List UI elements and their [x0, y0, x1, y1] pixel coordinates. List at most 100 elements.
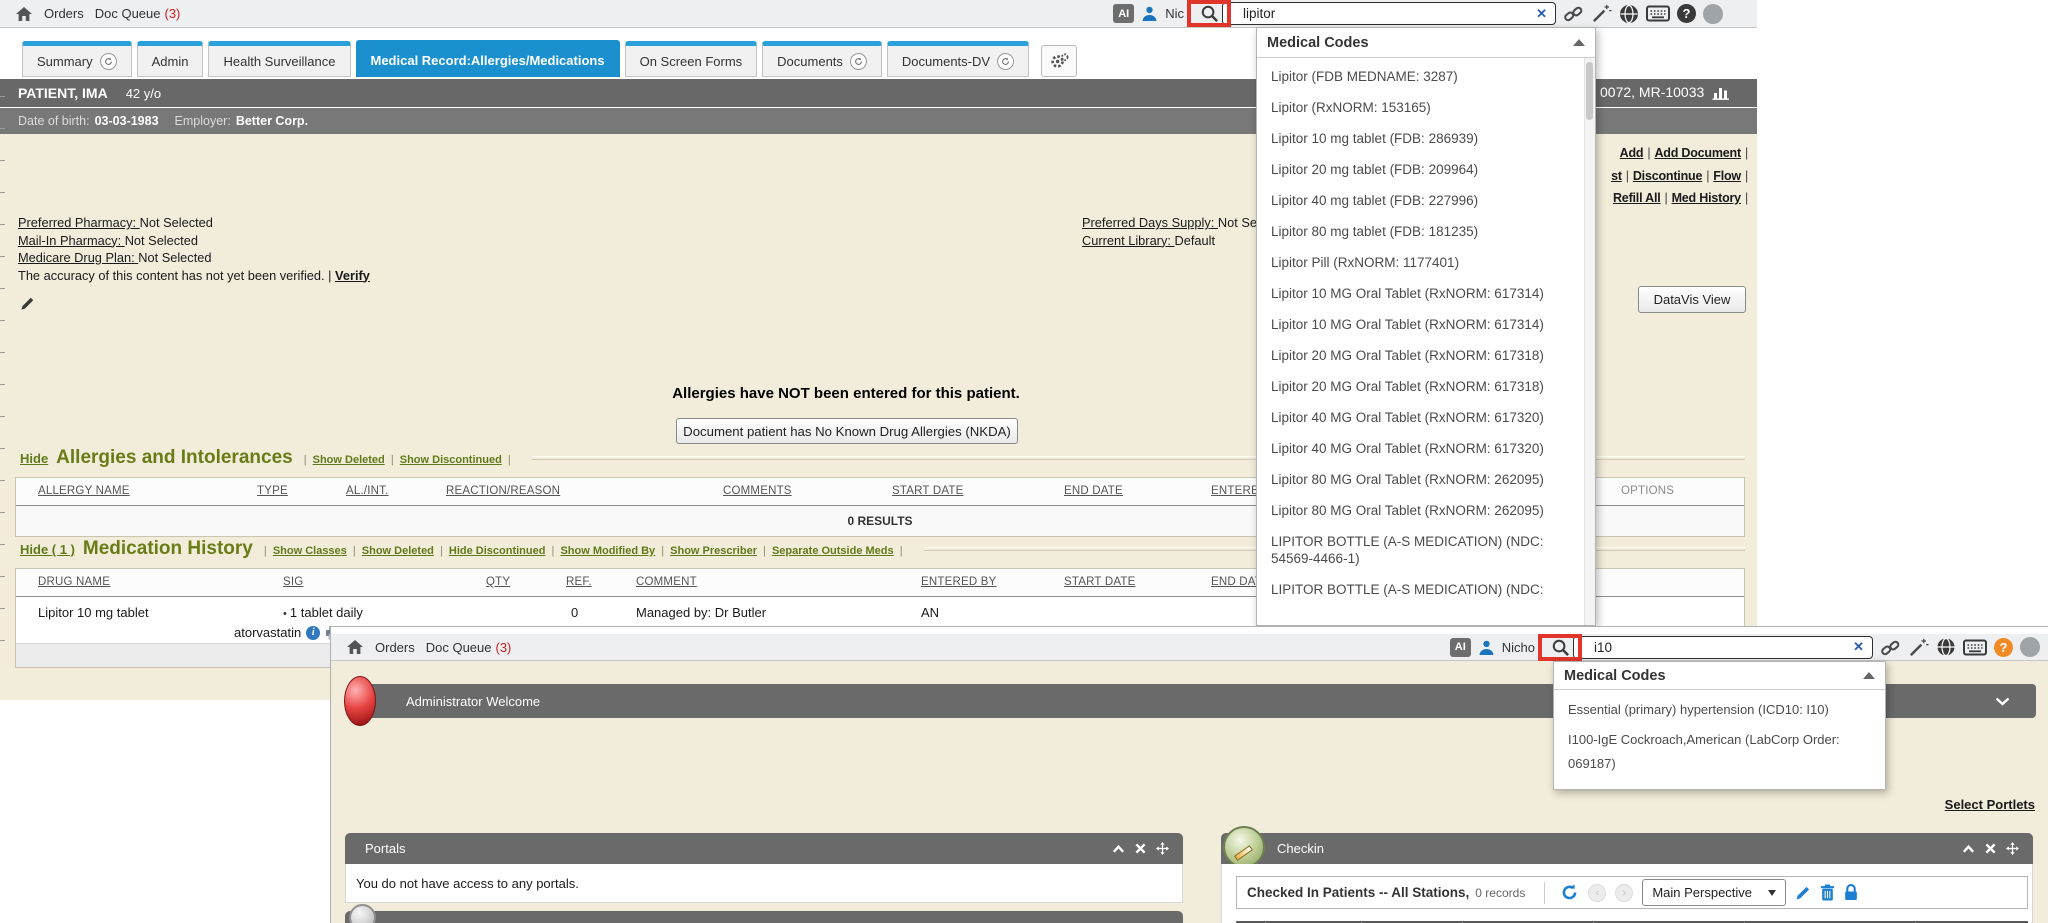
refresh-badge-icon[interactable] [997, 53, 1014, 70]
move-icon[interactable] [1156, 842, 1169, 855]
discontinue-link[interactable]: Discontinue [1633, 169, 1702, 183]
globe-icon[interactable] [1619, 4, 1639, 24]
portals-header[interactable]: Portals [345, 833, 1183, 864]
col-allergy-name[interactable]: ALLERGY NAME [38, 485, 130, 497]
refresh-icon[interactable] [1560, 883, 1579, 902]
show-classes-link[interactable]: Show Classes [273, 545, 347, 557]
verify-link[interactable]: Verify [335, 268, 370, 283]
code-result-item[interactable]: Lipitor 40 MG Oral Tablet (RxNORM: 61732… [1257, 402, 1595, 433]
global-search-input[interactable]: lipitor ✕ [1222, 2, 1556, 25]
code-result-item[interactable]: LIPITOR BOTTLE (A-S MEDICATION) (NDC: 54… [1257, 526, 1595, 574]
refresh-badge-icon[interactable] [100, 53, 117, 70]
collapse-arrow-icon[interactable] [1573, 39, 1585, 46]
add-document-link[interactable]: Add Document [1654, 146, 1741, 160]
code-result-item[interactable]: Essential (primary) hypertension (ICD10:… [1554, 694, 1885, 725]
lock-icon[interactable] [1844, 884, 1858, 901]
edit-pencil-icon[interactable] [20, 296, 35, 311]
global-search-input[interactable]: i10 ✕ [1573, 636, 1873, 659]
move-icon[interactable] [2006, 842, 2019, 855]
code-result-item[interactable]: Lipitor 20 MG Oral Tablet (RxNORM: 61731… [1257, 371, 1595, 402]
wand-icon[interactable] [1591, 3, 1612, 24]
nkda-button[interactable]: Document patient has No Known Drug Aller… [676, 418, 1018, 444]
code-result-item[interactable]: LIPITOR BOTTLE (A-S MEDICATION) (NDC: [1257, 574, 1595, 605]
col-start-date[interactable]: START DATE [892, 485, 963, 497]
col-al-int[interactable]: AL./INT. [346, 485, 389, 497]
next-page-icon[interactable]: › [1615, 884, 1633, 902]
med-history-link[interactable]: Med History [1672, 191, 1741, 205]
code-result-item[interactable]: Lipitor 10 MG Oral Tablet (RxNORM: 61731… [1257, 309, 1595, 340]
trash-icon[interactable] [1820, 884, 1835, 901]
clear-search-icon[interactable]: ✕ [1536, 6, 1547, 22]
col-ref[interactable]: REF. [566, 576, 592, 588]
preferred-days-supply-link[interactable]: Preferred Days Supply [1082, 215, 1218, 230]
search-icon[interactable] [1200, 4, 1219, 23]
add-link[interactable]: Add [1620, 146, 1644, 160]
presence-status-icon[interactable] [1703, 4, 1723, 24]
link-icon[interactable] [1880, 637, 1901, 658]
col-type[interactable]: TYPE [257, 485, 288, 497]
globe-icon[interactable] [1936, 637, 1956, 657]
show-deleted-link[interactable]: Show Deleted [313, 454, 385, 466]
code-result-item[interactable]: Lipitor 20 MG Oral Tablet (RxNORM: 61731… [1257, 340, 1595, 371]
collapse-arrow-icon[interactable] [1863, 672, 1875, 679]
nav-doc-queue[interactable]: Doc Queue [426, 640, 492, 655]
tab-health-surveillance[interactable]: Health Surveillance [208, 41, 350, 77]
link-icon[interactable] [1563, 3, 1584, 24]
col-comments[interactable]: COMMENTS [723, 485, 792, 497]
code-result-item[interactable]: Lipitor 80 MG Oral Tablet (RxNORM: 26209… [1257, 495, 1595, 526]
tab-documents-dv[interactable]: Documents-DV [887, 41, 1029, 77]
ai-badge[interactable]: AI [1450, 638, 1471, 657]
code-result-item[interactable]: Lipitor 10 MG Oral Tablet (RxNORM: 61731… [1257, 278, 1595, 309]
keyboard-icon[interactable] [1963, 639, 1987, 656]
col-drug-name[interactable]: DRUG NAME [38, 576, 110, 588]
col-entered-by[interactable]: ENTERED BY [921, 576, 997, 588]
scrollbar-thumb[interactable] [1586, 62, 1593, 120]
list-link-partial[interactable]: st [1611, 169, 1622, 183]
help-icon[interactable]: ? [1994, 638, 2013, 657]
refill-all-link[interactable]: Refill All [1613, 191, 1661, 205]
show-discontinued-link[interactable]: Show Discontinued [400, 454, 502, 466]
close-icon[interactable] [1135, 843, 1146, 854]
medicare-drug-plan-link[interactable]: Medicare Drug Plan [18, 250, 138, 265]
code-result-item[interactable]: Lipitor 40 MG Oral Tablet (RxNORM: 61732… [1257, 433, 1595, 464]
current-library-link[interactable]: Current Library [1082, 233, 1174, 248]
medical-codes-header[interactable]: Medical Codes [1257, 28, 1595, 58]
allergies-hide-link[interactable]: Hide [20, 451, 48, 466]
col-qty[interactable]: QTY [486, 576, 510, 588]
code-result-item[interactable]: Lipitor 20 mg tablet (FDB: 209964) [1257, 154, 1595, 185]
code-result-item[interactable]: Lipitor (RxNORM: 153165) [1257, 92, 1595, 123]
clear-search-icon[interactable]: ✕ [1853, 639, 1864, 655]
datavis-view-button[interactable]: DataVis View [1638, 286, 1746, 313]
select-portlets-link[interactable]: Select Portlets [1945, 797, 2035, 812]
col-end-date[interactable]: END DATE [1064, 485, 1123, 497]
separate-outside-meds-link[interactable]: Separate Outside Meds [772, 545, 894, 557]
preferred-pharmacy-link[interactable]: Preferred Pharmacy [18, 215, 140, 230]
prev-page-icon[interactable]: ‹ [1588, 884, 1606, 902]
medical-codes-header[interactable]: Medical Codes [1554, 662, 1885, 690]
tab-medical-record-allergies-medications[interactable]: Medical Record:Allergies/Medications [356, 40, 620, 77]
code-result-item[interactable]: Lipitor 10 mg tablet (FDB: 286939) [1257, 123, 1595, 154]
checkin-header[interactable]: Checkin [1221, 833, 2033, 864]
perspective-select[interactable]: Main Perspective [1642, 879, 1786, 906]
hide-discontinued-link[interactable]: Hide Discontinued [449, 545, 546, 557]
tab-settings-button[interactable] [1041, 45, 1077, 77]
show-modified-by-link[interactable]: Show Modified By [560, 545, 655, 557]
tab-summary[interactable]: Summary [22, 41, 132, 77]
nav-orders[interactable]: Orders [44, 6, 84, 21]
keyboard-icon[interactable] [1646, 5, 1670, 22]
nav-orders[interactable]: Orders [375, 640, 415, 655]
tab-on-screen-forms[interactable]: On Screen Forms [625, 41, 758, 77]
refresh-badge-icon[interactable] [850, 53, 867, 70]
nav-doc-queue[interactable]: Doc Queue [95, 6, 161, 21]
dropdown-scrollbar[interactable] [1584, 58, 1595, 625]
home-icon[interactable] [346, 639, 364, 655]
show-deleted-link[interactable]: Show Deleted [362, 545, 434, 557]
col-start-date[interactable]: START DATE [1064, 576, 1135, 588]
code-result-item[interactable]: Lipitor (FDB MEDNAME: 3287) [1257, 61, 1595, 92]
col-sig[interactable]: SIG [283, 576, 303, 588]
info-icon[interactable]: i [306, 626, 320, 640]
close-icon[interactable] [1985, 843, 1996, 854]
ai-badge[interactable]: AI [1113, 4, 1134, 23]
col-comment[interactable]: COMMENT [636, 576, 697, 588]
tab-admin[interactable]: Admin [137, 41, 204, 77]
